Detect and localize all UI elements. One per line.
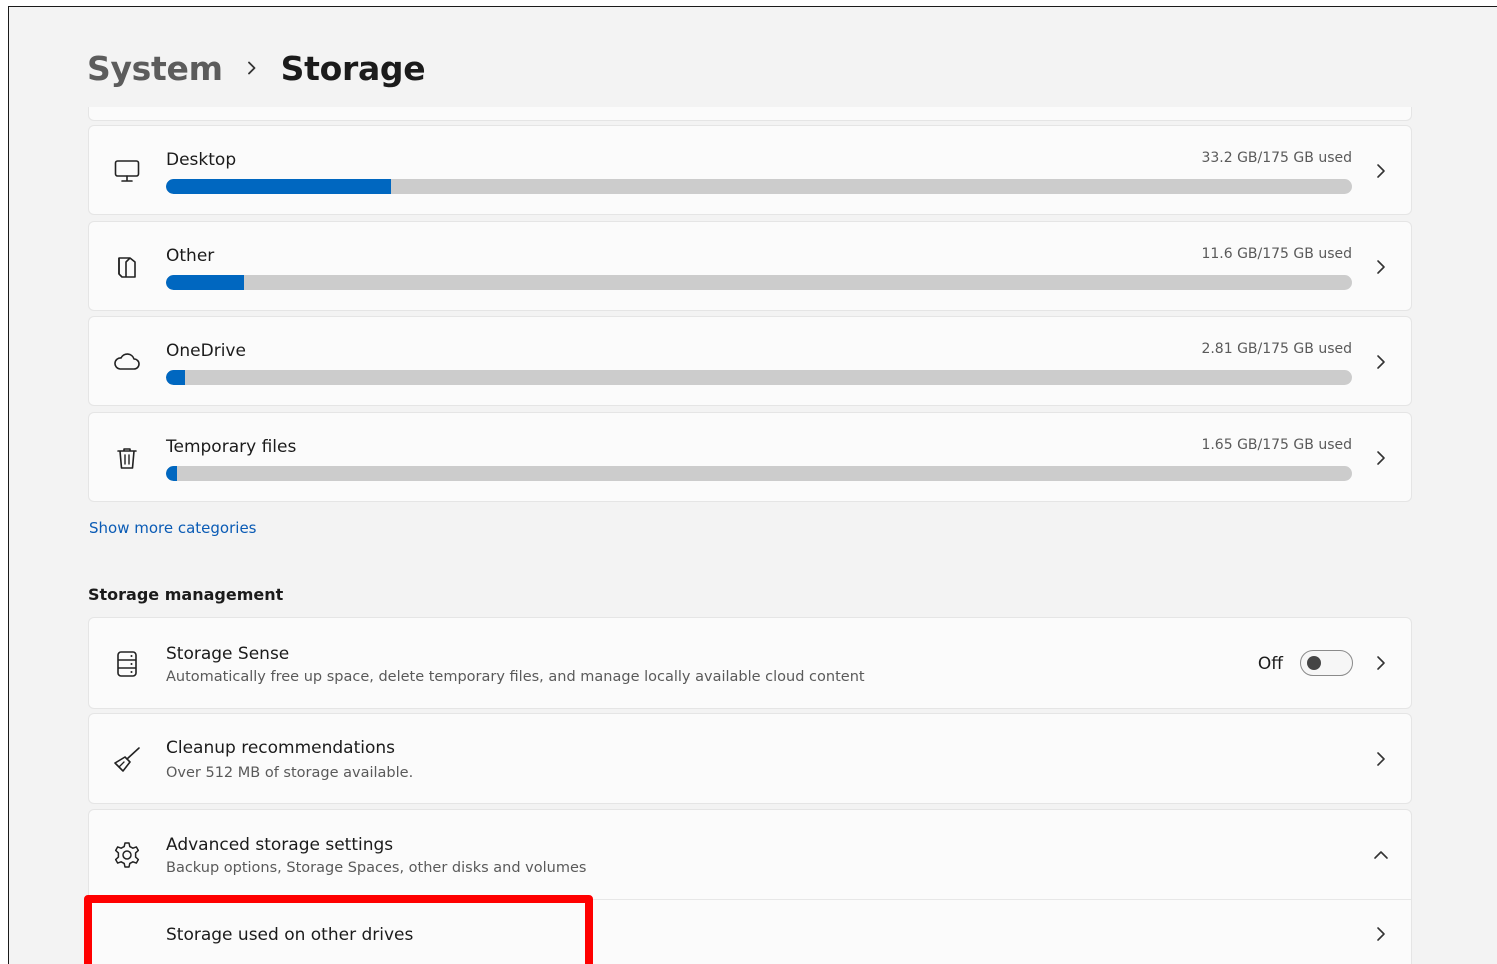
usage-bar-fill <box>166 466 178 481</box>
storage-sense-description: Automatically free up space, delete temp… <box>166 669 865 685</box>
usage-bar <box>166 275 1352 290</box>
broom-icon <box>111 744 143 776</box>
page-title: Storage <box>280 48 426 88</box>
breadcrumb-system[interactable]: System <box>87 49 223 88</box>
storage-sense-toggle-label: Off <box>1257 654 1283 674</box>
breadcrumb: System Storage <box>87 47 426 89</box>
usage-bar <box>166 370 1352 385</box>
category-onedrive[interactable]: OneDrive 2.81 GB/175 GB used <box>88 316 1412 406</box>
storage-sense-row[interactable]: Storage Sense Automatically free up spac… <box>88 617 1412 709</box>
storage-used-on-other-drives-row[interactable]: Storage used on other drives <box>89 901 1411 964</box>
category-used: 2.81 GB/175 GB used <box>1201 341 1352 357</box>
category-other[interactable]: Other 11.6 GB/175 GB used <box>88 221 1412 311</box>
category-name: Desktop <box>166 150 237 170</box>
monitor-icon <box>111 155 143 187</box>
category-name: Temporary files <box>166 437 297 457</box>
cleanup-description: Over 512 MB of storage available. <box>166 765 414 781</box>
advanced-storage-title: Advanced storage settings <box>166 835 394 855</box>
usage-bar-fill <box>166 275 245 290</box>
chevron-up-icon <box>1373 847 1389 863</box>
gear-icon <box>111 839 143 871</box>
settings-window: System Storage Desktop 33.2 GB/175 GB us… <box>8 6 1497 964</box>
breadcrumb-chevron-icon <box>223 61 281 75</box>
chevron-right-icon <box>1373 655 1389 671</box>
category-name: Other <box>166 246 215 266</box>
advanced-storage-settings-expander: Advanced storage settings Backup options… <box>88 809 1412 964</box>
chevron-right-icon <box>1373 926 1389 942</box>
storage-sense-title: Storage Sense <box>166 644 290 664</box>
category-used: 11.6 GB/175 GB used <box>1201 246 1352 262</box>
chevron-right-icon <box>1373 751 1389 767</box>
category-name: OneDrive <box>166 341 246 361</box>
usage-bar <box>166 179 1352 194</box>
category-used: 33.2 GB/175 GB used <box>1201 150 1352 166</box>
usage-bar-fill <box>166 370 185 385</box>
storage-used-on-other-drives-label: Storage used on other drives <box>166 925 414 945</box>
chevron-right-icon <box>1373 163 1389 179</box>
other-files-icon <box>111 251 143 283</box>
advanced-storage-description: Backup options, Storage Spaces, other di… <box>166 860 587 876</box>
storage-sense-icon <box>111 648 143 680</box>
usage-bar-fill <box>166 179 392 194</box>
previous-card-edge <box>88 107 1412 121</box>
category-temporary-files[interactable]: Temporary files 1.65 GB/175 GB used <box>88 412 1412 502</box>
chevron-right-icon <box>1373 450 1389 466</box>
cleanup-recommendations-row[interactable]: Cleanup recommendations Over 512 MB of s… <box>88 713 1412 804</box>
usage-bar <box>166 466 1352 481</box>
advanced-storage-settings-header[interactable]: Advanced storage settings Backup options… <box>89 810 1411 900</box>
storage-sense-toggle[interactable] <box>1300 650 1353 676</box>
cloud-icon <box>111 346 143 378</box>
show-more-categories-link[interactable]: Show more categories <box>89 519 257 537</box>
category-desktop[interactable]: Desktop 33.2 GB/175 GB used <box>88 125 1412 215</box>
section-title-storage-management: Storage management <box>88 585 284 604</box>
trash-icon <box>111 442 143 474</box>
toggle-knob <box>1307 656 1321 670</box>
chevron-right-icon <box>1373 354 1389 370</box>
category-used: 1.65 GB/175 GB used <box>1201 437 1352 453</box>
chevron-right-icon <box>1373 259 1389 275</box>
cleanup-title: Cleanup recommendations <box>166 738 396 758</box>
